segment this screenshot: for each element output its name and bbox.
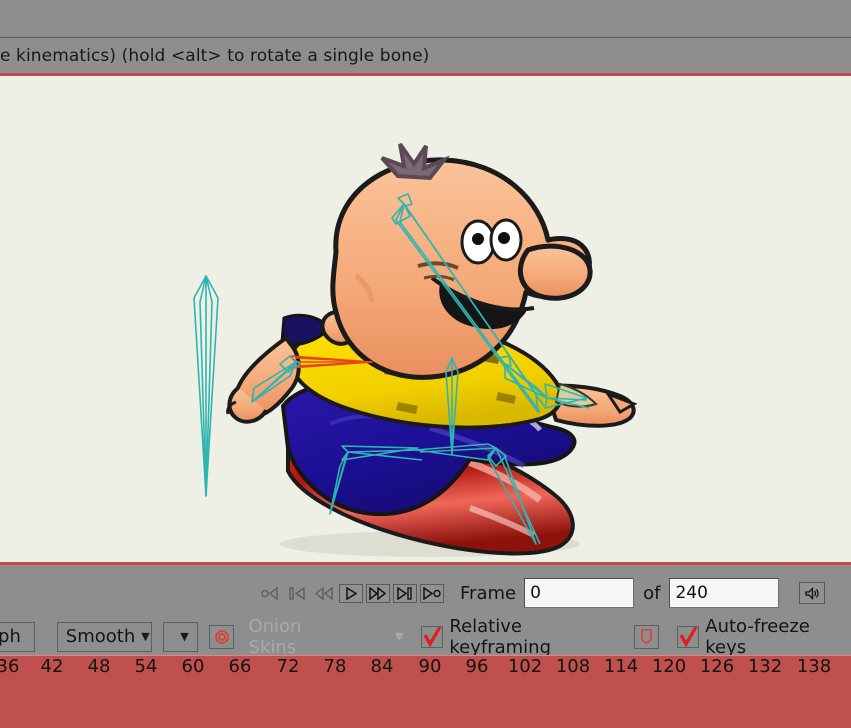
timeline-tick: 126: [699, 656, 735, 677]
animation-editor-window: se kinematics) (hold <alt> to rotate a s…: [0, 0, 851, 728]
timeline-tick: 90: [418, 656, 442, 677]
timeline-tick-row: 36 42 48 54 60 66 72 78 84 90 96 102 108 114 120 126 132…: [0, 656, 851, 686]
auto-freeze-keys-checkbox[interactable]: Auto-freeze keys: [677, 616, 851, 658]
frame-input[interactable]: 0: [524, 578, 635, 608]
speaker-icon[interactable]: [799, 582, 826, 604]
auto-freeze-keys-label: Auto-freeze keys: [705, 615, 810, 658]
relative-keyframing-checkbox[interactable]: Relative keyframing: [421, 616, 623, 658]
loop-start-button[interactable]: [258, 584, 282, 603]
timeline-tick: 132: [747, 656, 783, 677]
go-to-start-button[interactable]: [285, 584, 309, 603]
playback-toolbar: Frame 0 of 240: [0, 568, 851, 618]
top-chrome-bar: [0, 0, 851, 38]
chevron-down-icon: ▼: [180, 630, 189, 643]
character-artwork: [226, 142, 638, 557]
chevron-down-icon: ▼: [394, 630, 404, 643]
of-label: of: [643, 582, 661, 604]
timeline-tick: 120: [651, 656, 687, 677]
checkbox-box[interactable]: [421, 625, 444, 648]
timeline-tick: 72: [276, 656, 300, 677]
fast-forward-button[interactable]: [366, 583, 390, 603]
interpolation-dropdown[interactable]: Smooth ▼: [56, 621, 152, 652]
hint-bar: se kinematics) (hold <alt> to rotate a s…: [0, 39, 851, 73]
record-circle-icon[interactable]: [209, 624, 235, 649]
timeline-tick: 108: [555, 656, 591, 677]
timeline-tick: 60: [181, 656, 205, 677]
timeline-tick: 138: [796, 656, 832, 677]
onion-skins-dropdown[interactable]: Onion Skins ▼: [248, 616, 403, 658]
interpolation-value: Smooth: [65, 626, 136, 647]
graph-button[interactable]: aph: [0, 621, 35, 652]
go-to-end-button[interactable]: [393, 583, 417, 603]
timeline-tick: 96: [465, 656, 489, 677]
step-back-button[interactable]: [312, 584, 336, 603]
timeline-tick: 84: [370, 656, 394, 677]
check-icon: [423, 626, 442, 647]
check-icon: [679, 626, 698, 647]
timeline-tick: 48: [87, 656, 111, 677]
chevron-down-icon: ▼: [141, 630, 150, 643]
viewport-canvas[interactable]: [0, 73, 851, 565]
total-frames-input[interactable]: 240: [669, 578, 780, 608]
timeline-tick: 42: [40, 656, 64, 677]
relative-keyframing-label: Relative keyframing: [449, 615, 552, 658]
loop-end-button[interactable]: [420, 583, 444, 603]
timeline-tick: 102: [507, 656, 543, 677]
timeline-tick: 66: [228, 656, 252, 677]
timeline-tick: 78: [323, 656, 347, 677]
secondary-dropdown[interactable]: ▼: [162, 621, 199, 652]
hint-text: se kinematics) (hold <alt> to rotate a s…: [0, 46, 430, 66]
timeline-ruler[interactable]: 36 42 48 54 60 66 72 78 84 90 96 102 108 114 120 126 132…: [0, 655, 851, 728]
character-stage[interactable]: [0, 76, 851, 562]
frame-label: Frame: [460, 582, 517, 604]
options-toolbar: aph Smooth ▼ ▼ Onion Skins ▼ Relative k: [0, 616, 851, 658]
checkbox-box[interactable]: [677, 625, 700, 648]
shield-icon[interactable]: [633, 624, 660, 649]
timeline-tick: 114: [603, 656, 639, 677]
timeline-tick: 36: [0, 656, 20, 677]
onion-skins-label: Onion Skins: [248, 615, 302, 658]
transport-controls: [258, 583, 444, 603]
timeline-tick: 54: [134, 656, 158, 677]
play-button[interactable]: [339, 583, 363, 603]
